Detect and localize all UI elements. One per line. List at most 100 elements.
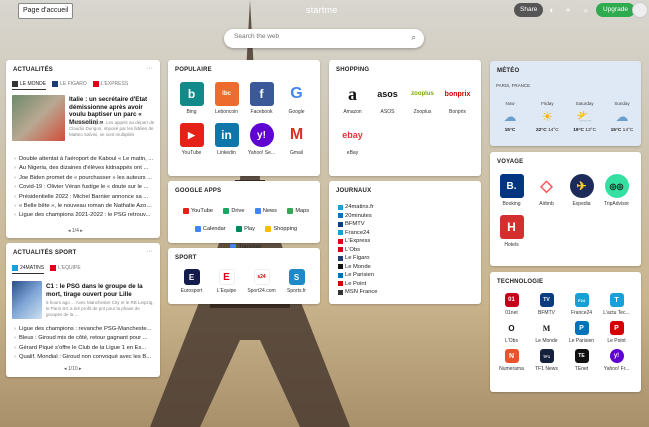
- bookmark-bonprix[interactable]: bonprix Bonprix: [440, 82, 475, 115]
- list-item[interactable]: Au Nigeria, des dizaines d'élèves kidnap…: [14, 164, 154, 173]
- bookmark-tf1-news[interactable]: TF1 TF1 News: [529, 349, 564, 372]
- search-icon[interactable]: ⌕: [580, 4, 592, 16]
- bookmark-google[interactable]: G Google: [279, 82, 314, 115]
- newspaper-link[interactable]: 24matins.fr: [338, 203, 378, 212]
- google-play[interactable]: Play: [233, 225, 258, 233]
- bookmark-tripadvisor[interactable]: ◎◎ TripAdvisor: [599, 174, 634, 207]
- newspaper-link[interactable]: Le Parisien: [338, 271, 378, 280]
- newspaper-link[interactable]: Le Figaro: [338, 254, 378, 263]
- bookmark-lobs[interactable]: O L'Obs: [494, 321, 529, 344]
- numerama-icon: N: [504, 349, 519, 363]
- newspaper-link[interactable]: MSN France: [338, 288, 378, 297]
- list-item[interactable]: Covid-19 : Olivier Véran fustige le « do…: [14, 183, 154, 192]
- bookmark-le-parisien[interactable]: P Le Parisien: [564, 321, 599, 344]
- site-icon: [338, 230, 343, 236]
- list-item[interactable]: Ligue des champions : revanche PSG-Manch…: [14, 325, 154, 334]
- list-item[interactable]: Présidentielle 2022 : Michel Barnier ann…: [14, 193, 154, 202]
- list-item[interactable]: Ligue des champions 2021-2022 : le PSG r…: [14, 211, 154, 220]
- newspaper-link[interactable]: Le Point: [338, 280, 378, 289]
- newspaper-link[interactable]: France24: [338, 229, 378, 238]
- home-page-button[interactable]: Page d'accueil: [18, 3, 74, 19]
- tab-le-monde[interactable]: LE MONDE: [12, 80, 47, 90]
- bookmark-sport24[interactable]: s24 Sport24.com: [244, 269, 279, 294]
- prev-icon[interactable]: ◂: [68, 228, 71, 234]
- newspaper-link[interactable]: 20minutes: [338, 212, 378, 221]
- eurosport-icon: E: [183, 269, 200, 285]
- search-icon[interactable]: ⌕: [412, 33, 416, 43]
- more-icon[interactable]: ···: [146, 65, 153, 72]
- bookmark-amazon[interactable]: a Amazon: [335, 82, 370, 115]
- news-thumbnail[interactable]: [12, 281, 42, 319]
- travel-grid: B. Booking ◇ Airbnb ✈ Expedia ◎◎ TripAdvisor…: [494, 174, 637, 248]
- technology-grid: 01 01net TV BFMTV F24 France24 T L'actu Tec.…: [494, 293, 637, 372]
- widget-title: GOOGLE APPS: [175, 188, 222, 194]
- google-calendar[interactable]: Calendar: [192, 225, 229, 233]
- bookmark-01net[interactable]: 01 01net: [494, 293, 529, 316]
- newspaper-link[interactable]: BFMTV: [338, 220, 378, 229]
- more-icon[interactable]: ···: [146, 248, 153, 255]
- bookmark-yahoo-search[interactable]: y! Yahoo! Se...: [244, 123, 279, 156]
- cloud-icon: ☁: [503, 109, 517, 124]
- bookmark-le-monde[interactable]: M Le Monde: [529, 321, 564, 344]
- tab-lexpress[interactable]: L'EXPRESS: [92, 80, 128, 90]
- bookmark-youtube[interactable]: ▶ YouTube: [174, 123, 209, 156]
- list-item[interactable]: Bleus : Giroud mis de côté, retour gagna…: [14, 334, 154, 343]
- google-drive[interactable]: Drive: [220, 207, 247, 215]
- bookmark-le-point[interactable]: P Le Point: [599, 321, 634, 344]
- share-button[interactable]: Share: [514, 3, 544, 17]
- bookmark-asos[interactable]: asos ASOS: [370, 82, 405, 115]
- bookmark-zooplus[interactable]: zooplus Zooplus: [405, 82, 440, 115]
- gmail-icon: M: [284, 123, 309, 147]
- newspaper-link[interactable]: Le Monde: [338, 263, 378, 272]
- theme-icon[interactable]: ◐: [546, 4, 558, 16]
- prev-icon[interactable]: ◂: [64, 366, 67, 372]
- list-item[interactable]: Qualif. Mondial : Giroud non convoqué av…: [14, 353, 154, 362]
- search-input[interactable]: [234, 33, 404, 40]
- bookmark-numerama[interactable]: N Numerama: [494, 349, 529, 372]
- list-item[interactable]: « Belle bête », le nouveau roman de Nath…: [14, 202, 154, 211]
- bookmark-facebook[interactable]: f Facebook: [244, 82, 279, 115]
- widget-title: TECHNOLOGIE: [497, 279, 544, 285]
- bookmark-booking[interactable]: B. Booking: [494, 174, 529, 207]
- list-item[interactable]: Joe Biden promet de « pourchasser » les …: [14, 174, 154, 183]
- tab-24matins[interactable]: 24MATINS: [12, 264, 45, 274]
- bookmark-gmail[interactable]: M Gmail: [279, 123, 314, 156]
- bookmark-hotels[interactable]: H Hotels: [494, 215, 529, 248]
- bookmark-bfmtv[interactable]: TV BFMTV: [529, 293, 564, 316]
- upgrade-button[interactable]: Upgrade: [596, 3, 635, 17]
- avatar[interactable]: [632, 2, 648, 18]
- google-shopping[interactable]: Shopping: [262, 225, 300, 233]
- bookmark-tenet[interactable]: TE TEnet: [564, 349, 599, 372]
- google-youtube[interactable]: YouTube: [180, 207, 216, 215]
- newspapers-widget: JOURNAUX 24matins.fr 20minutes BFMTV Fra…: [329, 181, 481, 304]
- bookmark-lactu-tech[interactable]: T L'actu Tec...: [599, 293, 634, 316]
- bookmark-bing[interactable]: b Bing: [174, 82, 209, 115]
- next-icon[interactable]: ▸: [79, 366, 82, 372]
- tab-le-figaro[interactable]: LE FIGARO: [52, 80, 87, 90]
- list-item[interactable]: Gérard Piqué s'offre le Club de la Ligue…: [14, 344, 154, 353]
- bookmark-france24[interactable]: F24 France24: [564, 293, 599, 316]
- bookmark-ebay[interactable]: ebay eBay: [335, 123, 370, 156]
- add-icon[interactable]: +: [562, 4, 574, 16]
- bookmark-expedia[interactable]: ✈ Expedia: [564, 174, 599, 207]
- bookmark-lequipe[interactable]: E L'Equipe: [209, 269, 244, 294]
- news-pager: ◂ 1/4 ▸: [68, 228, 83, 234]
- widget-title: ACTUALITÉS SPORT: [13, 250, 77, 256]
- newspaper-link[interactable]: L'Express: [338, 237, 378, 246]
- news-thumbnail[interactable]: [12, 95, 65, 141]
- bookmark-eurosport[interactable]: E Eurosport: [174, 269, 209, 294]
- google-news[interactable]: News: [252, 207, 280, 215]
- page-indicator: 1/4: [71, 228, 79, 234]
- next-icon[interactable]: ▸: [80, 228, 83, 234]
- newspaper-link[interactable]: L'Obs: [338, 246, 378, 255]
- list-item[interactable]: Double attentat à l'aéroport de Kaboul «…: [14, 155, 154, 164]
- bookmark-sports-fr[interactable]: S Sports.fr: [279, 269, 314, 294]
- bookmark-yahoo-france[interactable]: y! Yahoo! Fr...: [599, 349, 634, 372]
- bookmark-linkedin[interactable]: in Linkedin: [209, 123, 244, 156]
- ebay-icon: ebay: [340, 123, 365, 147]
- google-maps[interactable]: Maps: [284, 207, 312, 215]
- bookmark-leboncoin[interactable]: lbc Leboncoin: [209, 82, 244, 115]
- news-headline[interactable]: C1 : le PSG dans le groupe de la mort, t…: [46, 283, 156, 298]
- tab-lequipe[interactable]: L'EQUIPE: [50, 264, 81, 274]
- bookmark-airbnb[interactable]: ◇ Airbnb: [529, 174, 564, 207]
